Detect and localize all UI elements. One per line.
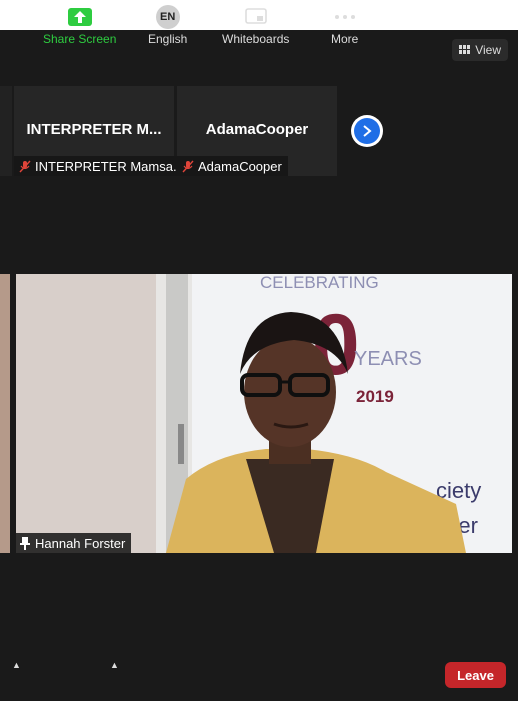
speaker-name-tag: Hannah Forster: [16, 533, 132, 553]
tile-display-name: AdamaCooper: [205, 121, 309, 138]
banner-years: YEARS: [354, 348, 422, 370]
muted-mic-icon: [19, 160, 31, 172]
banner-celebrating: CELEBRATING: [260, 274, 379, 292]
language-badge: EN: [155, 5, 180, 29]
language-label: English: [148, 32, 188, 46]
whiteboards-label: Whiteboards: [222, 32, 290, 46]
banner-year: 2019: [356, 387, 394, 406]
tile-label-text: INTERPRETER Mamsa...: [35, 158, 184, 174]
pin-icon: [20, 536, 30, 550]
next-page-button[interactable]: [351, 115, 383, 147]
whiteboards-button[interactable]: Whiteboards: [222, 8, 289, 46]
leave-button[interactable]: Leave: [445, 662, 506, 688]
more-dots-icon: [334, 15, 355, 19]
tile-name-label: INTERPRETER Mamsa...: [14, 156, 190, 176]
adjacent-video-edge: [0, 274, 10, 553]
whiteboard-icon: [244, 8, 267, 24]
share-screen-button[interactable]: Share Screen: [43, 8, 116, 46]
gallery-tile-partial: [0, 86, 12, 176]
view-button-label: View: [475, 43, 501, 57]
more-label: More: [331, 32, 359, 46]
chevron-right-icon: [363, 125, 372, 137]
active-speaker-video[interactable]: CELEBRATING 20 YEARS 2019 ciety ater: [16, 274, 512, 553]
tile-name-label: AdamaCooper: [177, 156, 288, 176]
gallery-tile-adamacooper[interactable]: AdamaCooper AdamaCooper: [177, 86, 337, 176]
share-screen-label: Share Screen: [43, 32, 117, 46]
audio-options-caret[interactable]: ▲: [12, 660, 21, 670]
share-screen-icon: [67, 8, 92, 26]
gallery-tile-interpreter[interactable]: INTERPRETER M... INTERPRETER Mamsa...: [14, 86, 190, 176]
language-button[interactable]: EN English: [148, 5, 188, 46]
tile-display-name: INTERPRETER M...: [26, 121, 162, 138]
share-options-caret[interactable]: ▲: [110, 660, 119, 670]
muted-mic-icon: [182, 160, 194, 172]
tile-label-text: AdamaCooper: [198, 158, 282, 174]
view-button[interactable]: View: [452, 39, 508, 61]
grid-icon: [459, 45, 471, 54]
speaker-video-frame: CELEBRATING 20 YEARS 2019 ciety ater: [16, 274, 512, 553]
more-button[interactable]: More: [331, 8, 358, 46]
speaker-name: Hannah Forster: [35, 535, 126, 551]
